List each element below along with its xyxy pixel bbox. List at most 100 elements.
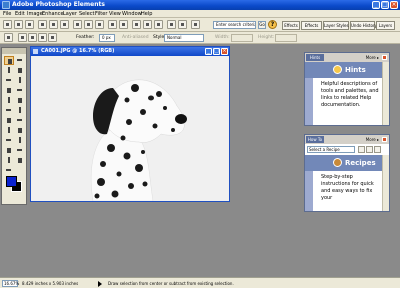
search-go-button[interactable]: Go: [258, 21, 266, 29]
recipes-palette-tabbar: How To More ▸: [305, 135, 389, 144]
width-input[interactable]: [231, 34, 253, 42]
intersect-selection-icon[interactable]: [48, 33, 57, 42]
zoom-tool-icon[interactable]: [4, 166, 14, 175]
contact-sheet-icon[interactable]: [178, 20, 187, 29]
import-icon[interactable]: [25, 20, 34, 29]
zoom-level-field[interactable]: 16.67%: [2, 280, 19, 287]
menu-view[interactable]: View: [109, 10, 121, 18]
hints-stripe: [305, 78, 313, 125]
sharpen-tool-icon[interactable]: [15, 136, 25, 145]
hints-description: Helpful descriptions of tools and palett…: [321, 81, 379, 108]
hints-scrollbar[interactable]: [382, 62, 389, 125]
rectangular-marquee-tool-icon[interactable]: [4, 56, 14, 65]
recipes-more-button[interactable]: More ▸: [366, 137, 379, 142]
search-input[interactable]: Enter search criteria: [213, 21, 256, 29]
selection-brush-tool-icon[interactable]: [4, 76, 14, 85]
palette-well-tab-undo-history[interactable]: Undo History: [350, 21, 377, 30]
web-gallery-icon[interactable]: [167, 20, 176, 29]
brush-tool-icon[interactable]: [15, 116, 25, 125]
hints-header: Hints: [305, 62, 389, 78]
dalmatian-photo[interactable]: [31, 56, 229, 201]
clipboard-icon[interactable]: [143, 20, 152, 29]
attach-email-icon[interactable]: [84, 20, 93, 29]
help-icon[interactable]: ?: [268, 20, 277, 29]
red-eye-tool-icon[interactable]: [4, 96, 14, 105]
menu-enhance[interactable]: Enhance: [42, 10, 64, 18]
subtract-selection-icon[interactable]: [38, 33, 47, 42]
paint-bucket-tool-icon[interactable]: [4, 126, 14, 135]
gradient-tool-icon[interactable]: [15, 126, 25, 135]
browse-icon[interactable]: [191, 20, 200, 29]
menu-file[interactable]: File: [3, 10, 11, 18]
hand-tool-icon[interactable]: [15, 156, 25, 165]
height-input[interactable]: [275, 34, 297, 42]
menu-filter[interactable]: Filter: [95, 10, 107, 18]
document-title-bar[interactable]: CA001.JPG @ 16.7% (RGB) _ □ ×: [31, 47, 229, 56]
online-services-icon[interactable]: [95, 20, 104, 29]
pencil-tool-icon[interactable]: [4, 116, 14, 125]
magic-wand-tool-icon[interactable]: [15, 66, 25, 75]
sponge-tool-icon[interactable]: [4, 146, 14, 155]
blur-tool-icon[interactable]: [4, 136, 14, 145]
recipe-print-icon[interactable]: [374, 146, 381, 153]
eyedropper-tool-icon[interactable]: [4, 156, 14, 165]
quick-fix-icon[interactable]: [132, 20, 141, 29]
print-icon[interactable]: [49, 20, 58, 29]
menu-layer[interactable]: Layer: [63, 10, 77, 18]
app-title-bar: Adobe Photoshop Elements _ □ ×: [0, 0, 400, 10]
menu-window[interactable]: Window: [122, 10, 142, 18]
dalmatian-image: [31, 56, 229, 201]
menu-select[interactable]: Select: [79, 10, 94, 18]
shape-tool-icon[interactable]: [15, 86, 25, 95]
step-backward-icon[interactable]: [108, 20, 117, 29]
minimize-button[interactable]: _: [372, 1, 380, 9]
recipe-forward-icon[interactable]: [366, 146, 373, 153]
palette-well-tab-layers[interactable]: Layers: [376, 21, 395, 30]
rotate-icon[interactable]: [154, 20, 163, 29]
anti-aliased-checkbox[interactable]: Anti-aliased: [122, 32, 149, 44]
new-selection-icon[interactable]: [18, 33, 27, 42]
save-icon[interactable]: [38, 20, 47, 29]
recipes-scrollbar[interactable]: [382, 155, 389, 211]
step-forward-icon[interactable]: [119, 20, 128, 29]
open-file-icon[interactable]: [14, 20, 23, 29]
doc-minimize-button[interactable]: _: [205, 48, 212, 55]
save-for-web-icon[interactable]: [73, 20, 82, 29]
style-select[interactable]: Normal: [164, 34, 204, 42]
how-to-tab[interactable]: How To: [306, 136, 324, 143]
hints-body: Helpful descriptions of tools and palett…: [305, 78, 389, 125]
menu-help[interactable]: Help: [141, 10, 152, 18]
toolbox-grip[interactable]: [2, 48, 26, 54]
marquee-options-icon[interactable]: [4, 33, 13, 42]
print-preview-icon[interactable]: [60, 20, 69, 29]
doc-close-button[interactable]: ×: [221, 48, 228, 55]
menu-image[interactable]: Image: [27, 10, 43, 18]
feather-input[interactable]: 0 px: [99, 34, 115, 42]
recipe-back-icon[interactable]: [358, 146, 365, 153]
recipes-close-icon[interactable]: [382, 137, 387, 142]
width-label: Width:: [215, 35, 230, 40]
close-button[interactable]: ×: [390, 1, 398, 9]
doc-maximize-button[interactable]: □: [213, 48, 220, 55]
add-selection-icon[interactable]: [28, 33, 37, 42]
dodge-tool-icon[interactable]: [15, 146, 25, 155]
status-menu-arrow-icon[interactable]: [98, 281, 102, 287]
menu-edit[interactable]: Edit: [15, 10, 25, 18]
hints-tab[interactable]: Hints: [306, 54, 324, 61]
crop-tool-icon[interactable]: [15, 76, 25, 85]
pattern-stamp-tool-icon[interactable]: [4, 106, 14, 115]
type-tool-icon[interactable]: [4, 86, 14, 95]
move-tool-icon[interactable]: [15, 56, 25, 65]
maximize-button[interactable]: □: [381, 1, 389, 9]
hints-more-button[interactable]: More ▸: [366, 55, 379, 60]
new-file-icon[interactable]: [3, 20, 12, 29]
palette-well-tab-effects-1[interactable]: Effects: [282, 21, 300, 30]
foreground-color-swatch[interactable]: [6, 176, 17, 187]
clone-stamp-tool-icon[interactable]: [15, 96, 25, 105]
palette-well-tab-layer-styles[interactable]: Layer Styles: [323, 21, 349, 30]
recipe-select[interactable]: Select a Recipe: [307, 146, 355, 153]
lasso-tool-icon[interactable]: [4, 66, 14, 75]
eraser-tool-icon[interactable]: [15, 106, 25, 115]
hints-close-icon[interactable]: [382, 55, 387, 60]
palette-well-tab-effects-2[interactable]: Effects: [301, 21, 322, 30]
